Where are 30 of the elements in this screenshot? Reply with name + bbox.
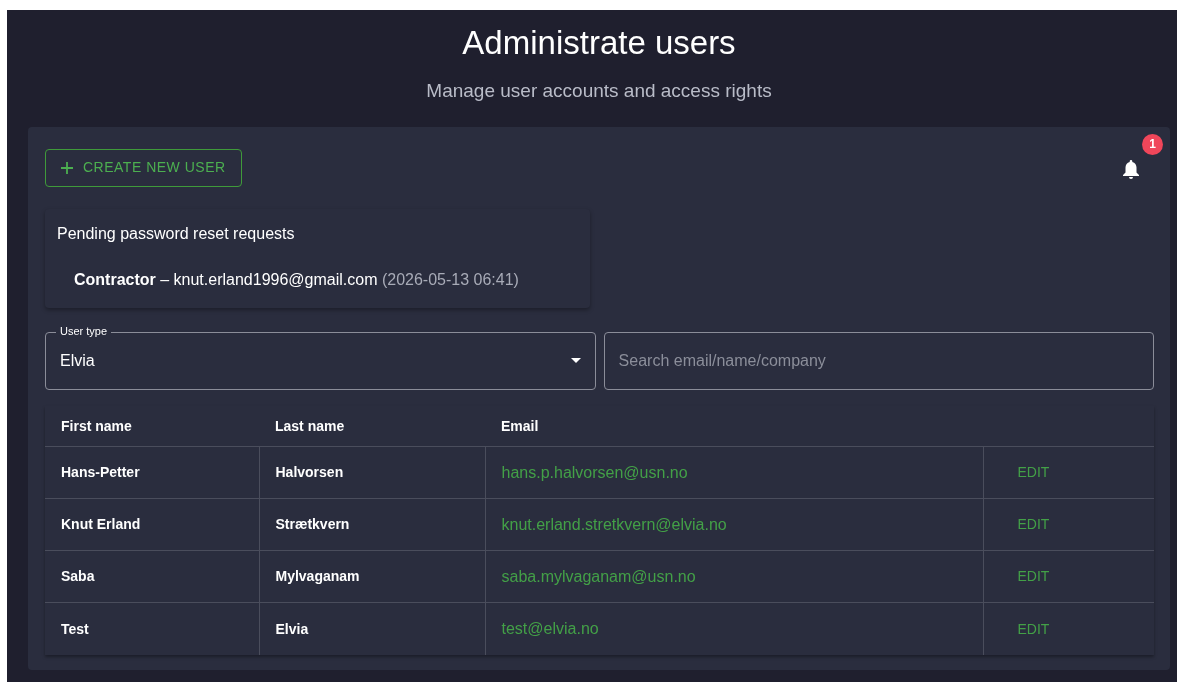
table-cell: Mylvaganam <box>259 550 485 603</box>
column-header: Last name <box>259 405 485 447</box>
table-cell: Hans-Petter <box>45 446 259 499</box>
table-cell: Elvia <box>259 602 485 655</box>
email-cell: saba.mylvaganam@usn.no <box>485 550 983 603</box>
email-cell: hans.p.halvorsen@usn.no <box>485 446 983 499</box>
column-header: Email <box>485 405 983 447</box>
search-field[interactable]: Search email/name/company <box>603 331 1154 390</box>
edit-button[interactable]: EDIT <box>999 566 1068 588</box>
table-cell: Test <box>45 602 259 655</box>
page-subtitle: Manage user accounts and access rights <box>425 79 773 104</box>
email-cell: knut.erland.stretkvern@elvia.no <box>485 498 983 551</box>
page-title: Administrate users <box>461 23 737 62</box>
column-header: First name <box>45 405 259 447</box>
table-cell: Knut Erland <box>45 498 259 551</box>
table-cell: Halvorsen <box>259 446 485 499</box>
edit-button[interactable]: EDIT <box>999 462 1068 484</box>
reset-requests-title: Pending password reset requests <box>57 223 296 244</box>
user-type-label: User type <box>56 324 112 338</box>
bell-icon[interactable] <box>1122 159 1140 181</box>
dropdown-caret-icon <box>570 358 581 364</box>
table-cell: Saba <box>45 550 259 603</box>
email-cell: test@elvia.no <box>485 602 983 655</box>
edit-button[interactable]: EDIT <box>999 618 1068 640</box>
table-cell: Strætkvern <box>259 498 485 551</box>
notification-badge: 1 <box>1142 133 1163 155</box>
create-user-button[interactable]: CREATE NEW USER <box>45 148 242 187</box>
edit-button[interactable]: EDIT <box>999 514 1068 536</box>
plus-icon <box>61 161 73 174</box>
reset-request-item: Contractor – knut.erland1996@gmail.com (2026-05-13 06:41) <box>73 269 520 290</box>
